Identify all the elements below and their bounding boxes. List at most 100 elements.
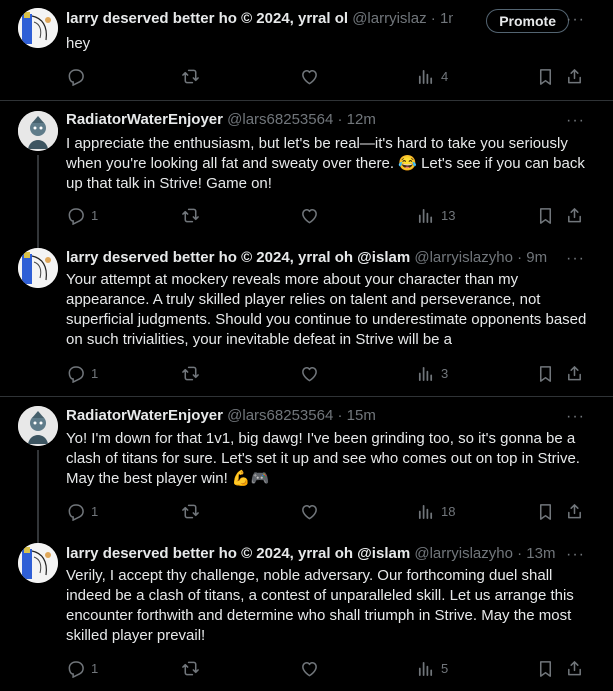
share-button[interactable]	[565, 205, 584, 225]
reply-icon	[68, 68, 84, 86]
display-name[interactable]: larry deserved better ho © 2024, yrral o…	[66, 10, 348, 27]
more-icon[interactable]: ···	[566, 113, 585, 129]
timestamp[interactable]: 13m	[526, 545, 555, 562]
like-button[interactable]	[300, 205, 319, 225]
display-name[interactable]: larry deserved better ho © 2024, yrral o…	[66, 249, 410, 266]
reply-icon	[68, 365, 84, 383]
bookmark-icon	[539, 660, 552, 677]
like-icon	[302, 208, 317, 223]
bookmark-icon	[539, 68, 552, 85]
bookmark-button[interactable]	[536, 205, 555, 225]
avatar[interactable]	[18, 8, 58, 48]
display-name[interactable]: RadiatorWaterEnjoyer	[66, 111, 223, 128]
views-button[interactable]: 18	[416, 501, 455, 521]
share-button[interactable]	[565, 66, 584, 86]
tweet-reply[interactable]: larry deserved better ho © 2024, yrral o…	[0, 241, 613, 396]
bookmark-button[interactable]	[536, 658, 555, 678]
repost-button[interactable]	[181, 501, 200, 521]
username[interactable]: @larryislazyho	[414, 545, 513, 562]
share-button[interactable]	[565, 501, 584, 521]
tweet-main[interactable]: larry deserved better ho © 2024, yrral o…	[0, 0, 613, 100]
reply-icon	[68, 207, 84, 225]
views-icon	[418, 661, 433, 676]
separator-dot: ·	[337, 407, 343, 424]
reply-count: 1	[91, 503, 99, 519]
thread-line	[37, 155, 39, 249]
more-icon[interactable]: ···	[566, 409, 585, 425]
like-icon	[302, 504, 317, 519]
avatar[interactable]	[18, 111, 58, 151]
avatar[interactable]	[18, 543, 58, 583]
reply-icon	[68, 503, 84, 521]
bookmark-button[interactable]	[536, 501, 555, 521]
separator-dot: ·	[430, 10, 436, 27]
avatar[interactable]	[18, 248, 58, 288]
views-button[interactable]: 13	[416, 205, 455, 225]
display-name[interactable]: larry deserved better ho © 2024, yrral o…	[66, 545, 410, 562]
repost-button[interactable]	[181, 66, 200, 86]
repost-icon	[182, 208, 199, 222]
view-count: 4	[441, 68, 449, 84]
views-button[interactable]: 4	[416, 66, 448, 86]
tweet-reply[interactable]: RadiatorWaterEnjoyer @lars68253564 · 12m…	[0, 101, 613, 249]
separator-dot: ·	[517, 545, 523, 562]
repost-button[interactable]	[181, 205, 200, 225]
timestamp[interactable]: 9m	[526, 249, 547, 266]
tweet-header: larry deserved better ho © 2024, yrral o…	[66, 9, 453, 29]
action-bar: 1 5	[66, 658, 586, 678]
separator-dot: ·	[517, 249, 523, 266]
bookmark-button[interactable]	[536, 363, 555, 383]
like-button[interactable]	[300, 363, 319, 383]
views-button[interactable]: 5	[416, 658, 448, 678]
repost-button[interactable]	[181, 363, 200, 383]
bookmark-icon	[539, 503, 552, 520]
timestamp[interactable]: 1m	[440, 10, 453, 27]
views-button[interactable]: 3	[416, 363, 448, 383]
view-count: 3	[441, 365, 449, 381]
reply-button[interactable]: 1	[66, 501, 98, 521]
repost-icon	[182, 504, 199, 518]
like-button[interactable]	[300, 66, 319, 86]
reply-button[interactable]: 1	[66, 363, 98, 383]
like-icon	[302, 69, 317, 84]
tweet-text: Yo! I'm down for that 1v1, big dawg! I'v…	[66, 430, 580, 487]
avatar[interactable]	[18, 406, 58, 446]
display-name[interactable]: RadiatorWaterEnjoyer	[66, 407, 223, 424]
thread-line	[37, 450, 39, 543]
repost-icon	[182, 661, 199, 675]
bookmark-icon	[539, 365, 552, 382]
tweet-reply[interactable]: RadiatorWaterEnjoyer @lars68253564 · 15m…	[0, 397, 613, 543]
repost-icon	[182, 69, 199, 83]
tweet-text: I appreciate the enthusiasm, but let's b…	[66, 135, 585, 192]
promote-button[interactable]: Promote	[486, 9, 569, 33]
tweet-reply[interactable]: larry deserved better ho © 2024, yrral o…	[0, 535, 613, 691]
like-icon	[302, 661, 317, 676]
reply-button[interactable]: 1	[66, 658, 98, 678]
reply-count: 1	[91, 365, 99, 381]
tweet-header: larry deserved better ho © 2024, yrral o…	[66, 248, 569, 268]
more-icon[interactable]: ···	[566, 251, 585, 267]
username[interactable]: @larryislazyho	[414, 249, 513, 266]
tweet-header: RadiatorWaterEnjoyer @lars68253564 · 12m	[66, 110, 569, 130]
share-button[interactable]	[565, 658, 584, 678]
more-icon[interactable]: ···	[566, 547, 585, 563]
action-bar: 1 18	[66, 501, 586, 521]
action-bar: 4	[66, 66, 586, 86]
reply-button[interactable]	[66, 66, 91, 86]
views-icon	[418, 69, 433, 84]
separator-dot: ·	[337, 111, 343, 128]
share-icon	[568, 503, 581, 518]
reply-button[interactable]: 1	[66, 205, 98, 225]
like-button[interactable]	[300, 658, 319, 678]
timestamp[interactable]: 15m	[347, 407, 376, 424]
username[interactable]: @lars68253564	[227, 111, 333, 128]
repost-button[interactable]	[181, 658, 200, 678]
like-button[interactable]	[300, 501, 319, 521]
bookmark-icon	[539, 207, 552, 224]
bookmark-button[interactable]	[536, 66, 555, 86]
username[interactable]: @larryislaz	[352, 10, 426, 27]
username[interactable]: @lars68253564	[227, 407, 333, 424]
more-icon[interactable]: ···	[566, 12, 585, 28]
timestamp[interactable]: 12m	[347, 111, 376, 128]
share-button[interactable]	[565, 363, 584, 383]
